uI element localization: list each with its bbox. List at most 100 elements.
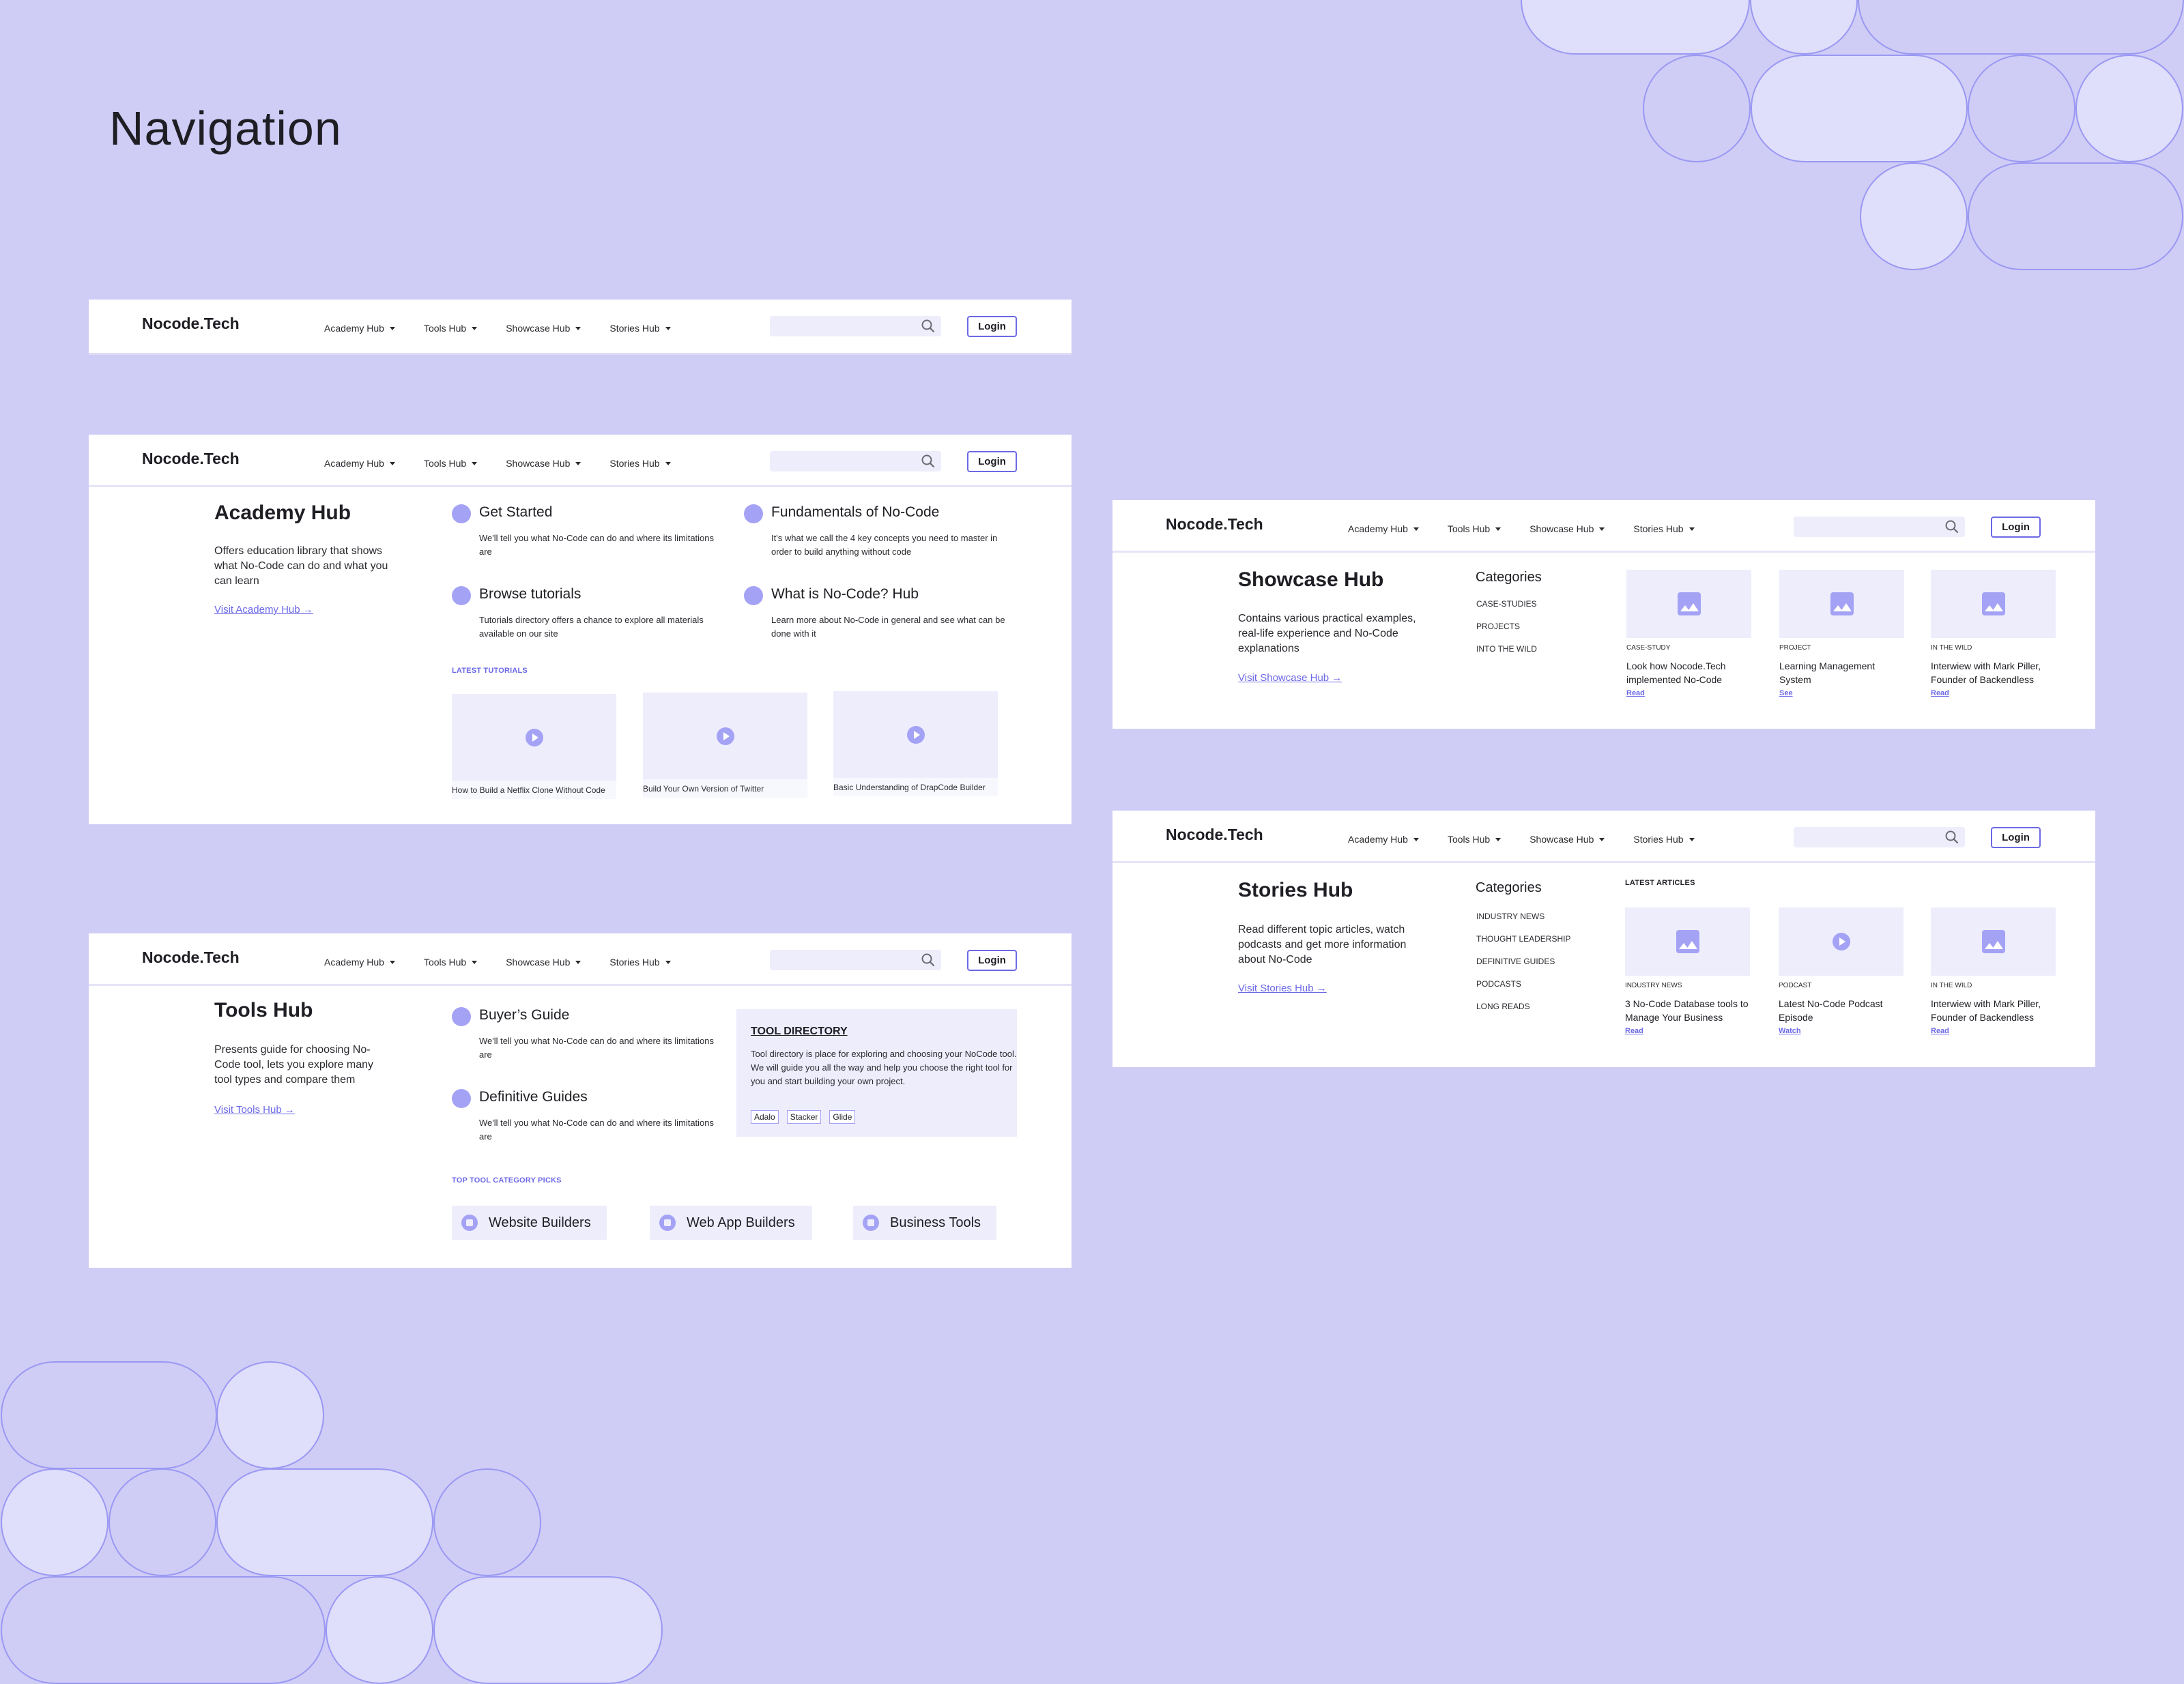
caret-down-icon: [575, 960, 581, 964]
decor-pill: [1, 1576, 326, 1684]
nav-item-label: Showcase Hub: [506, 458, 571, 469]
tool-directory-title[interactable]: TOOL DIRECTORY: [751, 1026, 848, 1038]
image-icon: [1677, 592, 1701, 615]
card-thumbnail[interactable]: [1779, 570, 1904, 638]
tutorial-card[interactable]: Build Your Own Version of Twitter: [643, 693, 807, 798]
category-link[interactable]: THOUGHT LEADERSHIP: [1476, 934, 1570, 944]
login-button[interactable]: Login: [967, 451, 1017, 472]
nav-menu: Academy Hub Tools Hub Showcase Hub Stori…: [1348, 523, 1723, 534]
hub-title: Showcase Hub: [1238, 568, 1384, 591]
visit-academy-hub-link[interactable]: Visit Academy Hub →: [214, 604, 313, 615]
card-action-link[interactable]: Read: [1625, 1027, 1643, 1035]
logo[interactable]: Nocode.Tech: [142, 450, 240, 468]
login-button[interactable]: Login: [967, 316, 1017, 337]
nav-item-stories-hub[interactable]: Stories Hub: [1633, 523, 1695, 534]
search-icon[interactable]: [921, 953, 936, 968]
nav-item-stories-hub[interactable]: Stories Hub: [609, 957, 671, 968]
search-icon[interactable]: [1944, 830, 1959, 845]
nav-item-tools-hub[interactable]: Tools Hub: [1448, 523, 1502, 534]
nav-item-tools-hub[interactable]: Tools Hub: [1448, 834, 1502, 845]
search-icon[interactable]: [921, 454, 936, 469]
nav-item-stories-hub[interactable]: Stories Hub: [1633, 834, 1695, 845]
card-action-link[interactable]: Read: [1931, 1027, 1949, 1035]
nav-item-showcase-hub[interactable]: Showcase Hub: [506, 458, 581, 469]
decor-pill: [1521, 0, 1750, 55]
nav-item-showcase-hub[interactable]: Showcase Hub: [506, 957, 581, 968]
category-link[interactable]: PROJECTS: [1476, 622, 1520, 631]
nav-item-stories-hub[interactable]: Stories Hub: [609, 323, 671, 334]
showcase-card: PROJECT Learning Management System See: [1779, 570, 1904, 699]
nav-item-showcase-hub[interactable]: Showcase Hub: [1529, 834, 1605, 845]
decor-pill: [216, 1468, 433, 1576]
login-button[interactable]: Login: [967, 950, 1017, 971]
caret-down-icon: [1413, 837, 1419, 841]
card-thumbnail[interactable]: [1931, 908, 2056, 976]
nav-item-label: Showcase Hub: [1529, 523, 1594, 534]
nav-item-showcase-hub[interactable]: Showcase Hub: [506, 323, 581, 334]
decor-pill: [1751, 55, 1968, 162]
navbar: Nocode.Tech Academy Hub Tools Hub Showca…: [89, 933, 1072, 986]
visit-tools-hub-link[interactable]: Visit Tools Hub →: [214, 1104, 295, 1116]
nav-item-tools-hub[interactable]: Tools Hub: [423, 957, 478, 968]
tools-hub-panel: Nocode.Tech Academy Hub Tools Hub Showca…: [89, 933, 1072, 1268]
tool-tag[interactable]: Stacker: [786, 1110, 822, 1124]
article-card: INDUSTRY NEWS 3 No-Code Database tools t…: [1625, 908, 1750, 1036]
article-card: PODCAST Latest No-Code Podcast Episode W…: [1779, 908, 1903, 1036]
tool-tag[interactable]: Adalo: [751, 1110, 779, 1124]
login-button[interactable]: Login: [1991, 827, 2041, 848]
search-input[interactable]: [770, 950, 941, 970]
card-action-link[interactable]: Read: [1931, 689, 1949, 697]
nav-item-tools-hub[interactable]: Tools Hub: [424, 458, 478, 469]
nav-item-academy-hub[interactable]: Academy Hub: [324, 458, 395, 469]
nav-item-academy-hub[interactable]: Academy Hub: [1348, 834, 1419, 845]
card-thumbnail[interactable]: [1626, 570, 1751, 638]
logo[interactable]: Nocode.Tech: [142, 948, 240, 967]
caret-down-icon: [389, 461, 395, 465]
nav-item-academy-hub[interactable]: Academy Hub: [1348, 523, 1419, 534]
search-icon[interactable]: [921, 319, 936, 334]
card-tag: INDUSTRY NEWS: [1625, 982, 1682, 989]
nav-item-tools-hub[interactable]: Tools Hub: [424, 323, 478, 334]
card-thumbnail[interactable]: [1779, 908, 1903, 976]
category-pick-web-app-builders[interactable]: Web App Builders: [650, 1206, 812, 1240]
category-link[interactable]: LONG READS: [1476, 1002, 1530, 1011]
search-input[interactable]: [1794, 827, 1965, 847]
tutorial-card[interactable]: How to Build a Netflix Clone Without Cod…: [452, 694, 616, 799]
decor-circle: [1968, 55, 2075, 162]
tutorial-card[interactable]: Basic Understanding of DrapCode Builder: [833, 691, 998, 796]
caret-down-icon: [575, 326, 581, 330]
nav-item-academy-hub[interactable]: Academy Hub: [324, 957, 395, 968]
logo[interactable]: Nocode.Tech: [142, 315, 240, 333]
hub-title: Stories Hub: [1238, 879, 1353, 901]
category-pick-website-builders[interactable]: Website Builders: [452, 1206, 607, 1240]
category-pick-business-tools[interactable]: Business Tools: [853, 1206, 996, 1240]
nav-item-label: Stories Hub: [1633, 834, 1684, 845]
search-input[interactable]: [1794, 517, 1965, 537]
visit-stories-hub-link[interactable]: Visit Stories Hub →: [1238, 983, 1327, 994]
nav-item-showcase-hub[interactable]: Showcase Hub: [1529, 523, 1605, 534]
nav-item-label: Tools Hub: [423, 957, 467, 968]
card-thumbnail[interactable]: [1931, 570, 2056, 638]
logo[interactable]: Nocode.Tech: [1166, 826, 1263, 844]
category-link[interactable]: DEFINITIVE GUIDES: [1476, 957, 1555, 966]
category-link[interactable]: INTO THE WILD: [1476, 644, 1537, 654]
card-action-link[interactable]: Watch: [1779, 1027, 1801, 1035]
card-action-link[interactable]: See: [1779, 689, 1793, 697]
category-link[interactable]: CASE-STUDIES: [1476, 599, 1537, 609]
visit-showcase-hub-link[interactable]: Visit Showcase Hub →: [1238, 672, 1342, 684]
search-input[interactable]: [770, 316, 941, 336]
nav-item-stories-hub[interactable]: Stories Hub: [609, 458, 671, 469]
card-thumbnail[interactable]: [1625, 908, 1750, 976]
search-input[interactable]: [770, 451, 941, 471]
showcase-card: CASE-STUDY Look how Nocode.Tech implemen…: [1626, 570, 1751, 699]
category-link[interactable]: PODCASTS: [1476, 979, 1521, 989]
login-button[interactable]: Login: [1991, 517, 2041, 538]
navbar: Nocode.Tech Academy Hub Tools Hub Showca…: [1112, 811, 2095, 863]
nav-item-academy-hub[interactable]: Academy Hub: [324, 323, 395, 334]
logo[interactable]: Nocode.Tech: [1166, 515, 1263, 534]
card-action-link[interactable]: Read: [1626, 689, 1645, 697]
search-icon[interactable]: [1944, 519, 1959, 534]
tool-tag[interactable]: Glide: [829, 1110, 856, 1124]
feature-description: We'll tell you what No-Code can do and w…: [479, 1036, 715, 1060]
category-link[interactable]: INDUSTRY NEWS: [1476, 912, 1544, 921]
